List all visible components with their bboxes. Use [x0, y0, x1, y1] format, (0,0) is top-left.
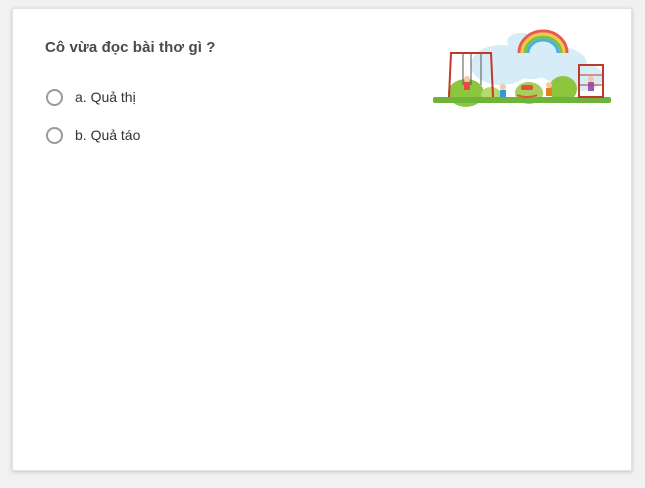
radio-button[interactable] — [46, 126, 63, 144]
question-card: Cô vừa đọc bài thơ gì ? a. Quả thị b. Qu… — [12, 8, 632, 471]
radio-button[interactable] — [46, 88, 63, 106]
option-a-label: a. Quả thị — [75, 89, 136, 105]
option-a[interactable]: a. Quả thị — [46, 86, 136, 108]
playground-illustration — [433, 29, 611, 107]
option-b-label: b. Quả táo — [75, 127, 141, 143]
question-text: Cô vừa đọc bài thơ gì ? — [45, 39, 216, 56]
option-b[interactable]: b. Quả táo — [46, 124, 140, 146]
